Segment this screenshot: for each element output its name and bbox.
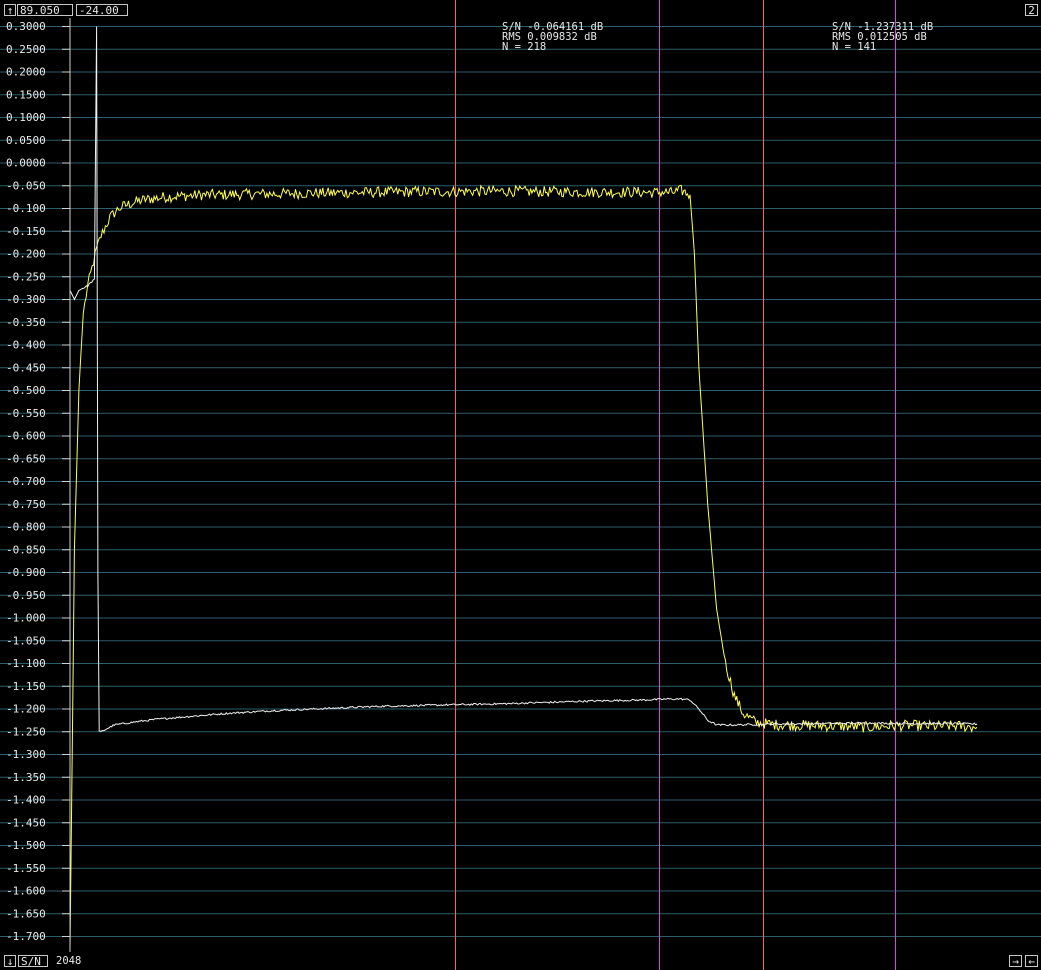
scope-plot[interactable]: 0.3000 0.2500 0.2000 0.1500 0.1000 0.0500 0.00… bbox=[0, 0, 1041, 970]
y-tick-label: -0.650 bbox=[6, 452, 46, 465]
y-tick-label: -0.100 bbox=[6, 202, 46, 215]
page-number[interactable]: 2 bbox=[1025, 4, 1038, 17]
scroll-right-button[interactable]: → bbox=[1009, 955, 1022, 968]
y-tick-label: -1.350 bbox=[6, 771, 46, 784]
y-tick-label: -1.700 bbox=[6, 930, 46, 943]
y-tick-label: -1.200 bbox=[6, 703, 46, 716]
y-tick-label: 0.1000 bbox=[6, 111, 46, 124]
y-tick-label: -1.300 bbox=[6, 748, 46, 761]
y-tick-label: -0.300 bbox=[6, 293, 46, 306]
y-tick-label: -0.500 bbox=[6, 384, 46, 397]
y-tick-label: -0.950 bbox=[6, 589, 46, 602]
y-tick-label: -0.750 bbox=[6, 498, 46, 511]
y-tick-label: 0.1500 bbox=[6, 88, 46, 101]
up-arrow-button[interactable]: ↑ bbox=[4, 4, 16, 17]
y-tick-label: -1.150 bbox=[6, 680, 46, 693]
y-tick-label: -0.350 bbox=[6, 316, 46, 329]
mode-button[interactable]: S/N bbox=[18, 955, 48, 968]
y-tick-label: -1.050 bbox=[6, 634, 46, 647]
y-tick-label: -0.150 bbox=[6, 225, 46, 238]
y-tick-label: -1.450 bbox=[6, 816, 46, 829]
y-tick-label: -1.650 bbox=[6, 907, 46, 920]
y-tick-label: -1.400 bbox=[6, 794, 46, 807]
y-tick-label: -1.000 bbox=[6, 612, 46, 625]
annotation-1-n: N = 218 bbox=[502, 41, 547, 53]
y-tick-label: -0.450 bbox=[6, 361, 46, 374]
y-tick-label: 0.3000 bbox=[6, 20, 46, 33]
y-tick-label: -0.550 bbox=[6, 407, 46, 420]
x-readout: 89.050 bbox=[17, 4, 73, 17]
y-tick-label: -0.600 bbox=[6, 430, 46, 443]
y-tick-label: -0.250 bbox=[6, 270, 46, 283]
y-tick-label: -0.850 bbox=[6, 543, 46, 556]
y-tick-label: 0.2500 bbox=[6, 43, 46, 56]
y-tick-label: -0.050 bbox=[6, 179, 46, 192]
plot-background bbox=[0, 0, 1041, 970]
point-count: 2048 bbox=[56, 955, 82, 967]
y-tick-label: 0.2000 bbox=[6, 66, 46, 79]
y-tick-label: -0.700 bbox=[6, 475, 46, 488]
scroll-left-button[interactable]: ← bbox=[1025, 955, 1038, 968]
y-tick-label: -0.900 bbox=[6, 566, 46, 579]
y-tick-label: -1.600 bbox=[6, 885, 46, 898]
y-tick-label: -1.500 bbox=[6, 839, 46, 852]
y-tick-label: -1.250 bbox=[6, 725, 46, 738]
y-tick-label: -0.800 bbox=[6, 521, 46, 534]
y-tick-label: -1.100 bbox=[6, 657, 46, 670]
y-tick-label: -1.550 bbox=[6, 862, 46, 875]
y-tick-label: -0.400 bbox=[6, 339, 46, 352]
down-arrow-button[interactable]: ↓ bbox=[4, 955, 16, 968]
y-tick-label: 0.0500 bbox=[6, 134, 46, 147]
y-tick-label: 0.0000 bbox=[6, 157, 46, 170]
y-tick-label: -0.200 bbox=[6, 248, 46, 261]
y-readout: -24.00 bbox=[76, 4, 128, 17]
gridlines bbox=[0, 26, 1041, 937]
annotation-2-n: N = 141 bbox=[832, 41, 877, 53]
